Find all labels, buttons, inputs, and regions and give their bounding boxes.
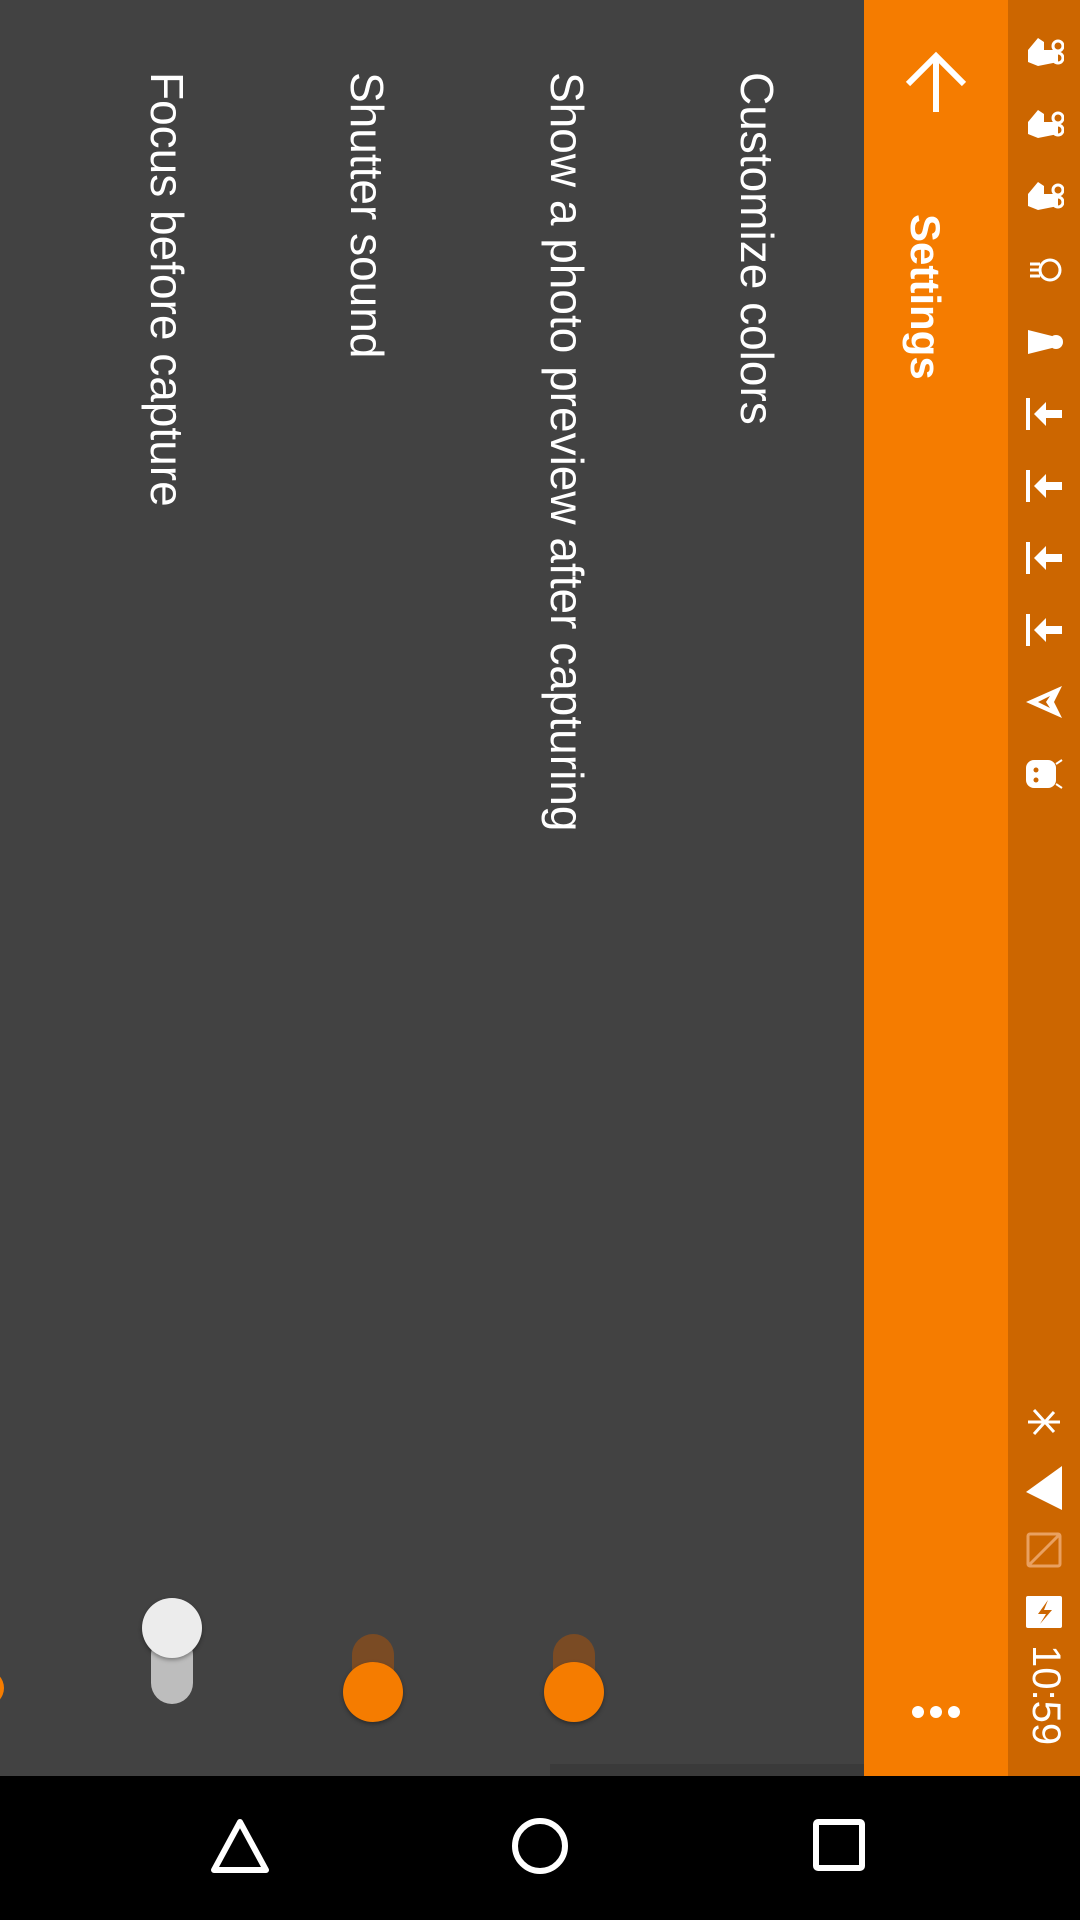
partial-toggle-thumb[interactable] — [0, 1670, 4, 1706]
page-title: Settings — [902, 214, 949, 380]
nav-home-button[interactable] — [490, 1798, 590, 1898]
notification-hand-icon — [1024, 32, 1065, 72]
more-vert-icon — [912, 1706, 960, 1718]
overflow-menu-button[interactable] — [904, 1680, 968, 1744]
notification-hand-icon — [1024, 104, 1065, 144]
back-button[interactable] — [900, 48, 972, 120]
arrow-back-icon — [905, 51, 967, 112]
navigation-bar — [0, 1776, 1080, 1920]
toggle-thumb — [343, 1662, 403, 1722]
setting-label-focus-before-capture: Focus before capture — [141, 72, 193, 507]
recents-square-icon — [813, 1819, 865, 1871]
toggle-thumb — [142, 1598, 202, 1658]
flashlight-icon — [1024, 322, 1064, 362]
sim-crossed-icon — [1024, 1530, 1064, 1570]
battery-charging-icon — [1024, 1592, 1064, 1632]
scroll-edge — [550, 1764, 864, 1776]
status-time: 10:59 — [1024, 1645, 1068, 1746]
toggle-thumb — [544, 1662, 604, 1722]
shutter-sound-toggle[interactable] — [328, 1622, 418, 1742]
download-icon — [1024, 394, 1064, 434]
setting-label-photo-preview: Show a photo preview after capturing — [541, 72, 593, 832]
nav-recents-button[interactable] — [790, 1798, 890, 1898]
nav-back-button[interactable] — [190, 1798, 290, 1898]
home-circle-icon — [512, 1818, 568, 1874]
android-icon — [1024, 754, 1064, 794]
back-triangle-icon — [211, 1819, 269, 1873]
setting-label-shutter-sound: Shutter sound — [341, 72, 393, 359]
bluetooth-icon — [1024, 1402, 1064, 1442]
download-icon — [1024, 610, 1064, 650]
setting-label-customize-colors: Customize colors — [731, 72, 783, 425]
send-icon — [1024, 682, 1064, 722]
download-icon — [1024, 466, 1064, 506]
lightbulb-icon — [1024, 250, 1064, 290]
notification-hand-icon — [1024, 176, 1065, 216]
download-icon — [1024, 538, 1064, 578]
signal-icon — [1024, 1462, 1064, 1510]
focus-before-capture-toggle[interactable] — [127, 1598, 217, 1718]
status-bar — [1008, 0, 1080, 1776]
photo-preview-toggle[interactable] — [529, 1622, 619, 1742]
settings-list: Customize colors Show a photo preview af… — [0, 0, 864, 1776]
